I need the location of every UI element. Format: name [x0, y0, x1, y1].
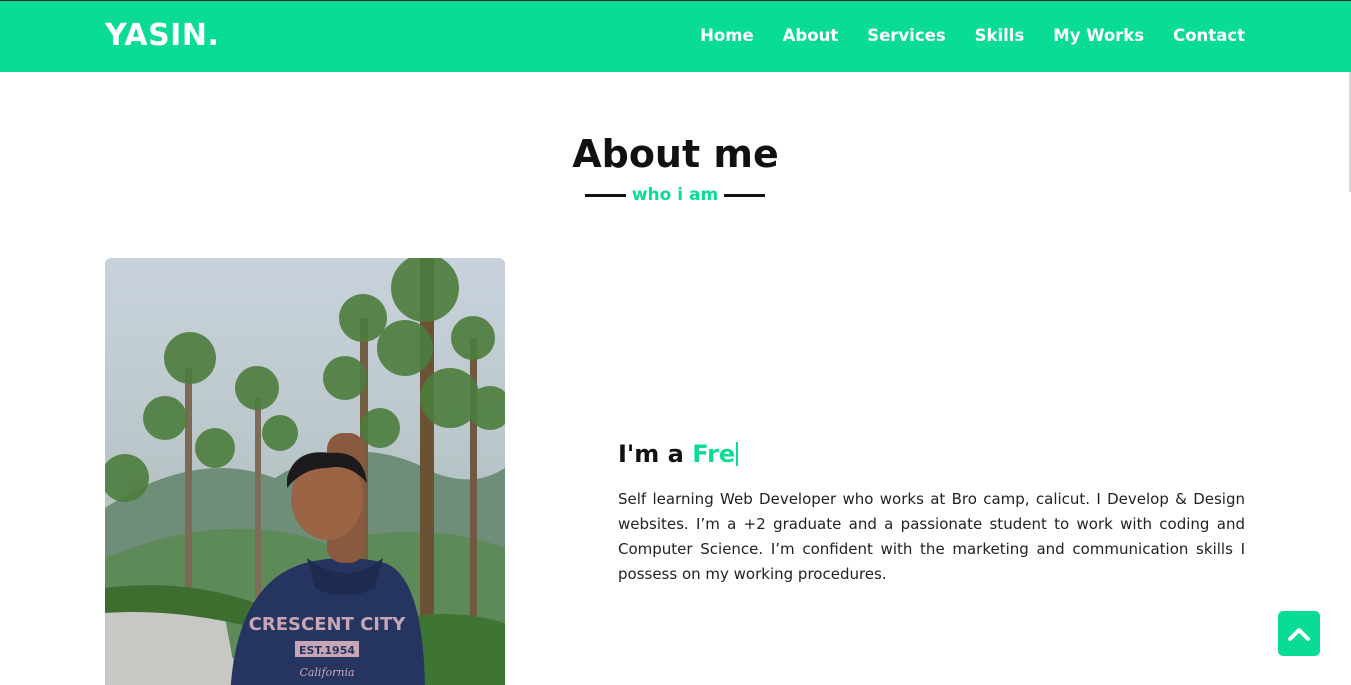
logo[interactable]: YASIN.	[105, 18, 219, 53]
section-title: About me	[572, 132, 779, 176]
nav-link-home[interactable]: Home	[700, 26, 754, 45]
subtitle-divider-right	[724, 193, 765, 197]
hoodie-print-line1: CRESCENT CITY	[249, 614, 407, 635]
subtitle-divider-left	[585, 193, 626, 197]
nav-link-my-works[interactable]: My Works	[1053, 26, 1144, 45]
hoodie-print-line3: California	[299, 666, 354, 679]
nav-link-skills[interactable]: Skills	[975, 26, 1025, 45]
nav-link-about[interactable]: About	[783, 26, 839, 45]
typing-cursor	[736, 442, 739, 466]
profile-photo: CRESCENT CITY EST.1954 California	[105, 258, 505, 685]
nav-link-services[interactable]: Services	[867, 26, 945, 45]
chevron-up-icon	[1288, 627, 1310, 641]
about-description: Self learning Web Developer who works at…	[618, 490, 1245, 583]
hoodie-print-line2: EST.1954	[299, 644, 355, 657]
intro-heading: I'm a Fre	[618, 440, 739, 468]
intro-prefix: I'm a	[618, 440, 693, 468]
nav-menu: Home About Services Skills My Works Cont…	[700, 26, 1245, 45]
section-subtitle-row: who i am	[585, 182, 765, 208]
intro-typed-text: Fre	[692, 440, 736, 468]
scroll-to-top-button[interactable]	[1278, 611, 1320, 656]
section-subtitle: who i am	[631, 185, 719, 205]
nav-link-contact[interactable]: Contact	[1173, 26, 1245, 45]
navbar: YASIN. Home About Services Skills My Wor…	[0, 0, 1351, 72]
